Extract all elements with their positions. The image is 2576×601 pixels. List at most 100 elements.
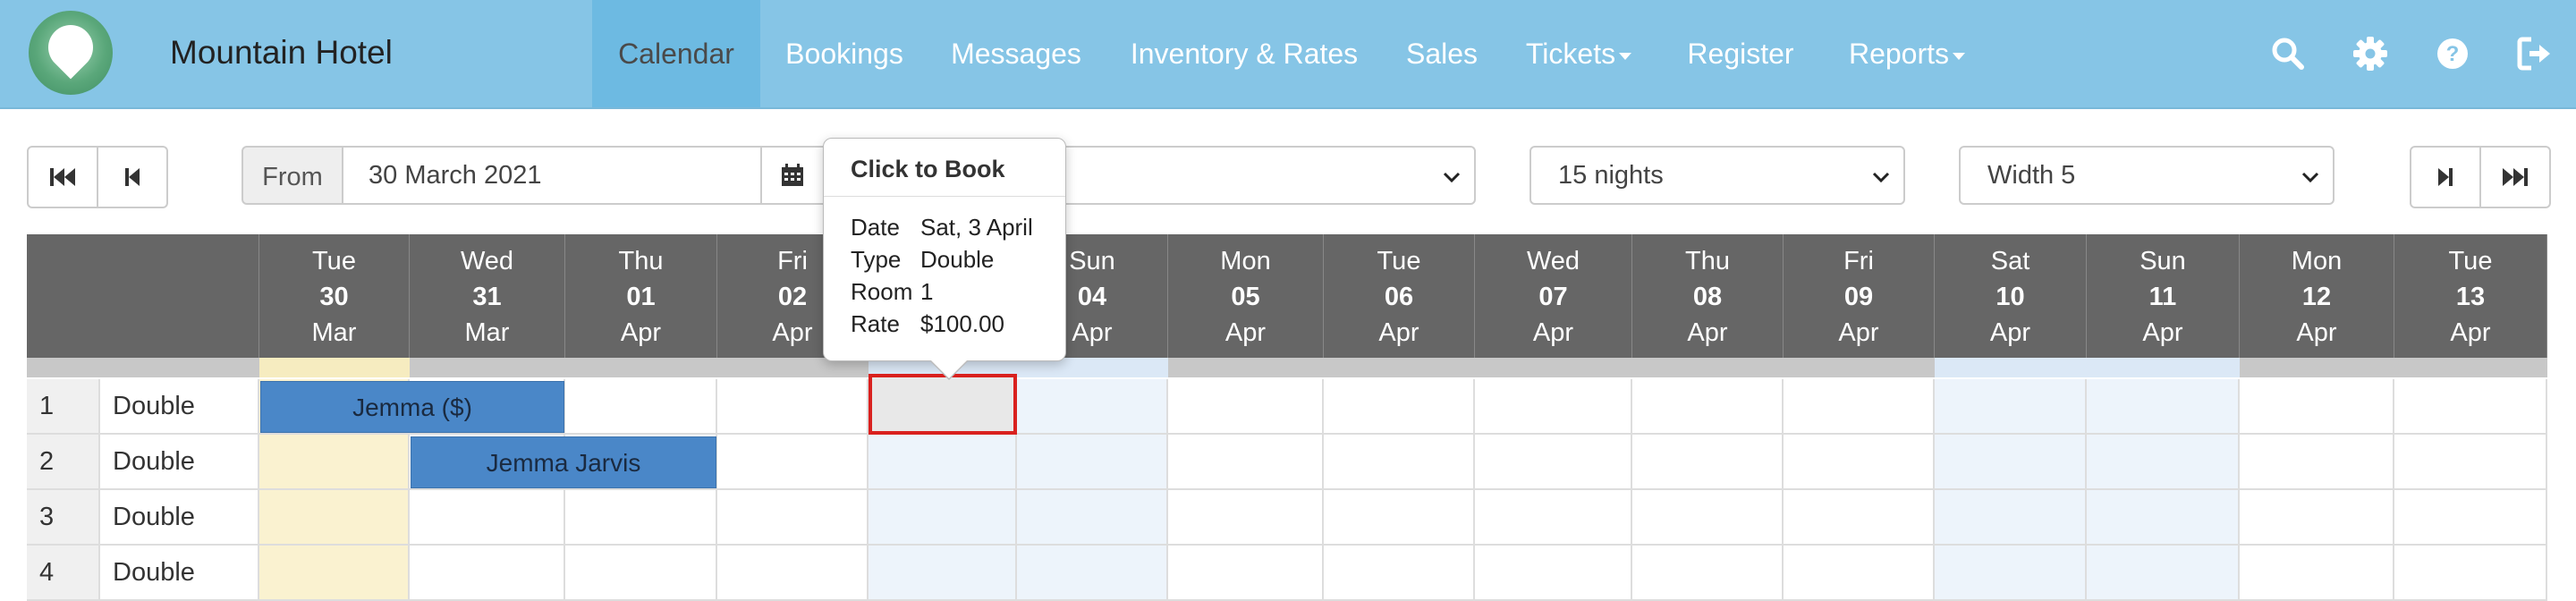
calendar-cell[interactable] — [2087, 490, 2240, 546]
day-header[interactable]: Tue 30 Mar — [259, 234, 410, 358]
hotel-logo[interactable] — [29, 11, 113, 95]
calendar-cell[interactable] — [2394, 435, 2547, 490]
nav-reports[interactable]: Reports — [1823, 0, 1991, 107]
day-header[interactable]: Thu 08 Apr — [1632, 234, 1784, 358]
calendar-cell[interactable] — [1935, 490, 2087, 546]
calendar-cell[interactable] — [1632, 546, 1784, 601]
gear-icon[interactable] — [2352, 36, 2388, 72]
day-header[interactable]: Sun 11 Apr — [2087, 234, 2240, 358]
calendar-cell[interactable] — [1324, 546, 1475, 601]
search-icon[interactable] — [2270, 36, 2306, 72]
from-date-input[interactable]: 30 March 2021 — [343, 146, 762, 205]
day-header[interactable]: Tue 13 Apr — [2394, 234, 2547, 358]
calendar-cell[interactable] — [410, 546, 565, 601]
calendar-cell[interactable] — [410, 490, 565, 546]
calendar-cell[interactable] — [717, 435, 869, 490]
last-page-button[interactable] — [2479, 148, 2549, 207]
calendar-cell[interactable] — [2087, 546, 2240, 601]
calendar-cell[interactable] — [1017, 435, 1168, 490]
calendar-cell[interactable] — [869, 435, 1017, 490]
calendar-cell[interactable] — [1632, 435, 1784, 490]
calendar-cell[interactable] — [1784, 435, 1935, 490]
hotel-name[interactable]: Mountain Hotel — [170, 34, 393, 72]
calendar-cell[interactable] — [2394, 379, 2547, 435]
calendar-cell[interactable] — [1324, 379, 1475, 435]
room-number: 1 — [27, 379, 100, 435]
calendar-cell[interactable] — [717, 546, 869, 601]
nav-messages[interactable]: Messages — [928, 0, 1104, 107]
nav-calendar[interactable]: Calendar — [592, 0, 760, 107]
calendar-cell[interactable] — [1784, 379, 1935, 435]
calendar-cell[interactable] — [1475, 490, 1632, 546]
width-select[interactable]: Width 5 — [1959, 146, 2334, 205]
calendar-cell[interactable] — [2087, 379, 2240, 435]
day-header[interactable]: Tue 06 Apr — [1324, 234, 1475, 358]
calendar-cell[interactable] — [1475, 379, 1632, 435]
help-icon[interactable]: ? — [2435, 36, 2470, 72]
calendar-cell[interactable] — [2087, 435, 2240, 490]
calendar-cell[interactable] — [717, 490, 869, 546]
calendar-picker-button[interactable] — [762, 146, 825, 205]
booking-bar[interactable]: Jemma Jarvis — [411, 436, 716, 488]
selected-cell[interactable] — [869, 374, 1017, 435]
room-type: Double — [100, 379, 259, 435]
first-page-button[interactable] — [29, 148, 97, 207]
calendar-cell[interactable] — [259, 546, 410, 601]
next-page-button[interactable] — [2411, 148, 2479, 207]
room-number: 3 — [27, 490, 100, 546]
calendar-cell[interactable] — [1632, 379, 1784, 435]
calendar-cell[interactable] — [565, 546, 717, 601]
day-header-num: 06 — [1384, 283, 1414, 311]
calendar-cell[interactable] — [2240, 435, 2394, 490]
nav-tickets[interactable]: Tickets — [1499, 0, 1658, 107]
day-header[interactable]: Wed 31 Mar — [410, 234, 565, 358]
nav-register[interactable]: Register — [1658, 0, 1823, 107]
nav-sales[interactable]: Sales — [1385, 0, 1499, 107]
day-header[interactable]: Fri 09 Apr — [1784, 234, 1935, 358]
prev-page-button[interactable] — [97, 148, 166, 207]
calendar-cell[interactable] — [2240, 379, 2394, 435]
calendar-cell[interactable] — [717, 379, 869, 435]
day-header[interactable]: Sat 10 Apr — [1935, 234, 2087, 358]
day-header[interactable]: Mon 05 Apr — [1168, 234, 1324, 358]
calendar-cell[interactable] — [1017, 379, 1168, 435]
calendar-cell[interactable] — [1017, 546, 1168, 601]
nights-select[interactable]: 15 nights — [1530, 146, 1905, 205]
calendar-cell[interactable] — [1935, 379, 2087, 435]
calendar-cell[interactable] — [2240, 546, 2394, 601]
chevron-down-icon — [1619, 52, 1632, 60]
calendar-cell[interactable] — [1168, 490, 1324, 546]
calendar-cell[interactable] — [1784, 490, 1935, 546]
calendar-cell[interactable] — [1935, 546, 2087, 601]
skip-back-icon — [50, 168, 75, 186]
tooltip-room-row: Room 1 — [851, 278, 933, 306]
calendar-cell[interactable] — [1324, 490, 1475, 546]
calendar-cell[interactable] — [1632, 490, 1784, 546]
calendar-cell[interactable] — [1935, 435, 2087, 490]
nav-inventory-rates[interactable]: Inventory & Rates — [1104, 0, 1385, 107]
day-header[interactable]: Thu 01 Apr — [565, 234, 717, 358]
room-type-select[interactable] — [1029, 146, 1476, 205]
calendar-cell[interactable] — [1017, 490, 1168, 546]
calendar-cell[interactable] — [565, 490, 717, 546]
day-header[interactable]: Mon 12 Apr — [2240, 234, 2394, 358]
calendar-cell[interactable] — [1475, 546, 1632, 601]
calendar-cell[interactable] — [259, 435, 410, 490]
calendar-cell[interactable] — [565, 379, 717, 435]
booking-bar[interactable]: Jemma ($) — [260, 381, 564, 433]
calendar-cell[interactable] — [1475, 435, 1632, 490]
calendar-cell[interactable] — [2394, 546, 2547, 601]
calendar-cell[interactable] — [869, 490, 1017, 546]
calendar-cell[interactable] — [2240, 490, 2394, 546]
calendar-cell[interactable] — [1168, 546, 1324, 601]
calendar-cell[interactable] — [2394, 490, 2547, 546]
calendar-cell[interactable] — [869, 546, 1017, 601]
calendar-cell[interactable] — [259, 490, 410, 546]
calendar-cell[interactable] — [1324, 435, 1475, 490]
nav-bookings[interactable]: Bookings — [760, 0, 928, 107]
day-header[interactable]: Wed 07 Apr — [1475, 234, 1632, 358]
calendar-cell[interactable] — [1784, 546, 1935, 601]
logout-icon[interactable] — [2517, 36, 2553, 72]
calendar-cell[interactable] — [1168, 379, 1324, 435]
calendar-cell[interactable] — [1168, 435, 1324, 490]
